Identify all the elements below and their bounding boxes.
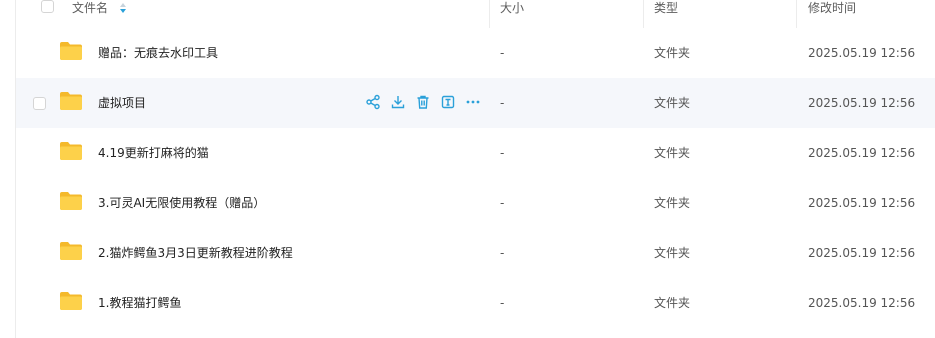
share-icon[interactable] — [365, 94, 381, 110]
delete-icon[interactable] — [415, 94, 431, 110]
table-row[interactable]: 1.教程猫打鳄鱼 - 文件夹 2025.05.19 12:56 — [16, 278, 935, 328]
file-list-header: 文件名 大小 类型 修改时间 — [16, 0, 935, 29]
more-icon[interactable] — [465, 94, 481, 110]
column-header-modified[interactable]: 修改时间 — [808, 0, 856, 28]
file-modified: 2025.05.19 12:56 — [808, 196, 916, 210]
file-name[interactable]: 虚拟项目 — [98, 95, 146, 111]
column-divider[interactable] — [643, 0, 644, 28]
column-header-type[interactable]: 类型 — [654, 0, 678, 28]
file-size: - — [500, 246, 505, 260]
folder-icon — [60, 292, 82, 310]
column-divider[interactable] — [489, 0, 490, 28]
file-type: 文件夹 — [654, 46, 691, 60]
file-name[interactable]: 3.可灵AI无限使用教程（赠品） — [98, 195, 265, 211]
file-modified: 2025.05.19 12:56 — [808, 46, 916, 60]
file-size: - — [500, 296, 505, 310]
table-row[interactable]: 赠品：无痕去水印工具 - 文件夹 2025.05.19 12:56 — [16, 28, 935, 78]
file-size: - — [500, 196, 505, 210]
table-row[interactable]: 虚拟项目 - 文件夹 2025.05.19 12:56 — [16, 78, 935, 128]
file-type: 文件夹 — [654, 196, 691, 210]
file-modified: 2025.05.19 12:56 — [808, 246, 916, 260]
row-checkbox[interactable] — [33, 97, 46, 110]
file-type: 文件夹 — [654, 96, 691, 110]
file-list: 文件名 大小 类型 修改时间 赠品：无痕去水印工具 - 文件夹 2025.05.… — [0, 0, 935, 338]
file-modified: 2025.05.19 12:56 — [808, 146, 916, 160]
folder-icon — [60, 142, 82, 160]
column-header-size[interactable]: 大小 — [500, 0, 524, 28]
file-name[interactable]: 2.猫炸鳄鱼3月3日更新教程进阶教程 — [98, 245, 293, 261]
column-header-name[interactable]: 文件名 — [72, 0, 108, 28]
file-size: - — [500, 146, 505, 160]
folder-icon — [60, 192, 82, 210]
file-name[interactable]: 赠品：无痕去水印工具 — [98, 45, 218, 61]
file-name[interactable]: 1.教程猫打鳄鱼 — [98, 295, 181, 311]
file-type: 文件夹 — [654, 146, 691, 160]
file-type: 文件夹 — [654, 246, 691, 260]
table-row[interactable]: 3.可灵AI无限使用教程（赠品） - 文件夹 2025.05.19 12:56 — [16, 178, 935, 228]
file-modified: 2025.05.19 12:56 — [808, 96, 916, 110]
folder-icon — [60, 92, 82, 110]
table-row[interactable]: 2.猫炸鳄鱼3月3日更新教程进阶教程 - 文件夹 2025.05.19 12:5… — [16, 228, 935, 278]
file-size: - — [500, 46, 505, 60]
download-icon[interactable] — [390, 94, 406, 110]
sort-icon[interactable] — [119, 2, 127, 14]
file-name[interactable]: 4.19更新打麻将的猫 — [98, 145, 209, 161]
table-row[interactable]: 4.19更新打麻将的猫 - 文件夹 2025.05.19 12:56 — [16, 128, 935, 178]
file-size: - — [500, 96, 505, 110]
column-divider[interactable] — [796, 0, 797, 28]
folder-icon — [60, 42, 82, 60]
folder-icon — [60, 242, 82, 260]
select-all-checkbox[interactable] — [41, 0, 54, 13]
file-type: 文件夹 — [654, 296, 691, 310]
file-modified: 2025.05.19 12:56 — [808, 296, 916, 310]
rename-icon[interactable] — [440, 94, 456, 110]
